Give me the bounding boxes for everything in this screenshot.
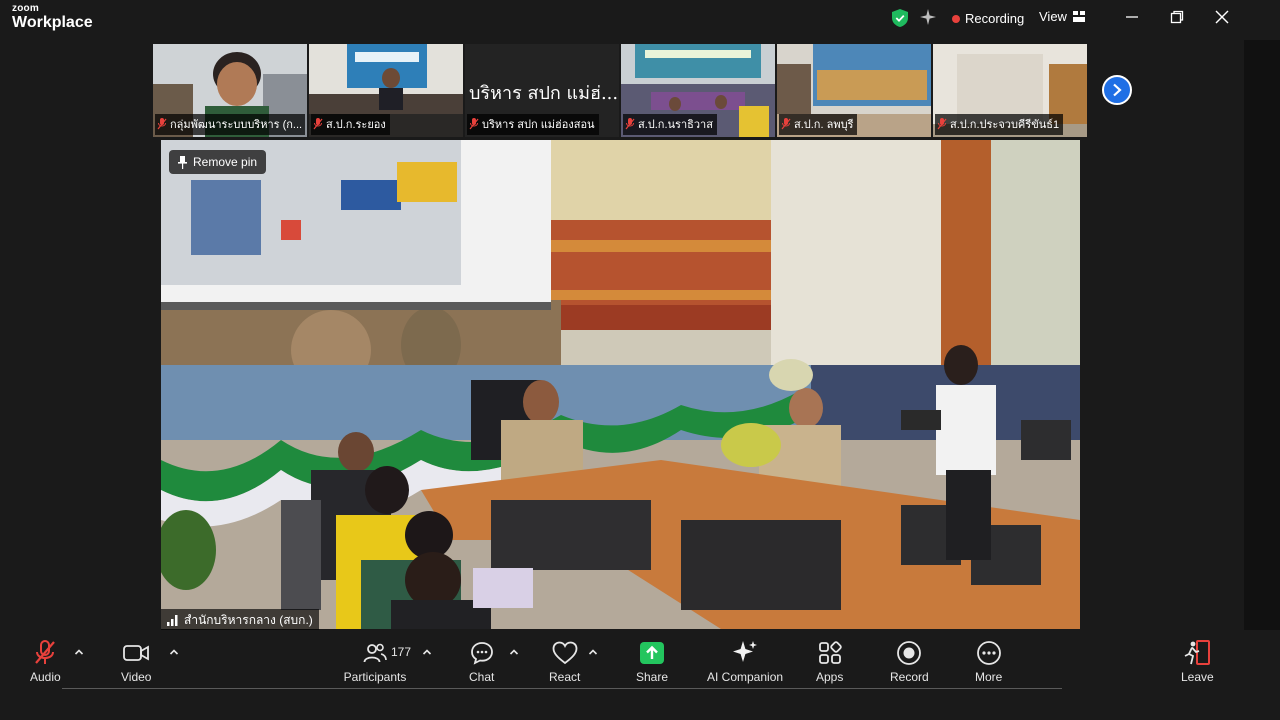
video-label: Video (121, 670, 152, 684)
participant-caption: ส.ป.ก.ประจวบคีรีขันธ์1 (935, 114, 1064, 135)
participant-name: ส.ป.ก. ลพบุรี (794, 119, 854, 131)
chat-bubble-icon (470, 642, 493, 665)
signal-bars-icon (167, 615, 178, 626)
leave-label: Leave (1181, 670, 1214, 684)
close-icon[interactable] (1213, 8, 1231, 26)
record-icon (897, 641, 922, 665)
recording-indicator[interactable]: Recording (952, 11, 1024, 26)
video-camera-icon (123, 645, 150, 661)
chevron-up-icon[interactable] (169, 648, 179, 656)
view-label: View (1039, 9, 1067, 24)
chevron-up-icon[interactable] (588, 648, 598, 656)
zoom-logo: zoom Workplace (12, 4, 93, 31)
share-label: Share (636, 670, 669, 684)
meeting-toolbar: Audio Video Participants 177 Chat React … (0, 630, 1280, 720)
title-bar: zoom Workplace Recording View (0, 0, 1280, 40)
mic-muted-icon (625, 118, 635, 130)
participant-caption: กลุ่มพัฒนาระบบบริหาร (ก... (155, 114, 305, 135)
participant-name: บริหาร สปก แม่ฮ่องสอน (482, 119, 595, 131)
mic-muted-icon (469, 118, 479, 130)
participant-tile[interactable]: ส.ป.ก.นราธิวาส (621, 44, 775, 137)
ai-companion-button[interactable]: AI Companion (707, 638, 783, 684)
restore-icon[interactable] (1168, 8, 1186, 26)
more-dots-icon (976, 641, 1001, 665)
pinned-video[interactable] (161, 140, 1080, 629)
toolbar-divider (62, 688, 1062, 689)
remove-pin-button[interactable]: Remove pin (169, 150, 267, 174)
gallery-strip: กลุ่มพัฒนาระบบบริหาร (ก... ส.ป.ก.ระยอง บ… (153, 44, 1088, 137)
meeting-room-video (161, 140, 1080, 629)
recording-label: Recording (965, 11, 1025, 26)
leave-door-icon (1184, 640, 1211, 665)
record-button[interactable]: Record (890, 638, 929, 684)
participant-caption: ส.ป.ก.ระยอง (311, 114, 390, 135)
chevron-right-icon (1113, 83, 1122, 97)
participant-caption: บริหาร สปก แม่ฮ่องสอน (467, 114, 599, 135)
mic-muted-icon (35, 640, 56, 664)
react-label: React (549, 670, 581, 684)
mic-muted-icon (937, 118, 947, 130)
participant-caption: ส.ป.ก. ลพบุรี (779, 114, 858, 135)
participants-icon (363, 643, 387, 663)
participant-count: 177 (391, 645, 412, 659)
brand-small: zoom (12, 3, 39, 14)
mic-muted-icon (781, 118, 791, 130)
participant-name: ส.ป.ก.ประจวบคีรีขันธ์1 (950, 119, 1060, 131)
heart-icon (552, 641, 578, 665)
apps-label: Apps (816, 670, 844, 684)
view-button[interactable]: View (1039, 9, 1085, 24)
ai-companion-sparkle-icon (733, 641, 758, 662)
chat-button[interactable]: Chat (469, 638, 494, 684)
react-button[interactable]: React (549, 638, 580, 684)
audio-label: Audio (30, 670, 61, 684)
more-label: More (975, 670, 1003, 684)
speaker-caption: สำนักบริหารกลาง (สบก.) (161, 609, 319, 632)
chevron-up-icon[interactable] (422, 648, 432, 656)
brand-name: Workplace (12, 14, 93, 31)
apps-icon (818, 641, 842, 664)
speaker-name: สำนักบริหารกลาง (สบก.) (184, 613, 313, 627)
mic-muted-icon (157, 118, 167, 130)
record-label: Record (890, 670, 929, 684)
side-strip (1244, 40, 1280, 630)
participant-name: ส.ป.ก.ระยอง (326, 119, 386, 131)
remove-pin-label: Remove pin (193, 155, 258, 169)
participant-name: ส.ป.ก.นราธิวาส (638, 119, 713, 131)
participant-tile[interactable]: กลุ่มพัฒนาระบบบริหาร (ก... (153, 44, 307, 137)
mic-muted-icon (313, 118, 323, 130)
participant-tile[interactable]: บริหาร สปก แม่ฮ่... บริหาร สปก แม่ฮ่องสอ… (465, 44, 619, 137)
grid-view-icon (1072, 11, 1085, 22)
encryption-shield-icon[interactable] (892, 9, 908, 27)
leave-button[interactable]: Leave (1181, 638, 1214, 684)
recording-dot-icon (952, 14, 960, 23)
participant-tile[interactable]: ส.ป.ก. ลพบุรี (777, 44, 931, 137)
share-screen-icon (640, 642, 665, 664)
chat-label: Chat (469, 670, 495, 684)
audio-button[interactable]: Audio (30, 638, 61, 684)
pin-icon (178, 155, 187, 169)
ai-companion-label: AI Companion (707, 670, 784, 684)
chevron-up-icon[interactable] (509, 648, 519, 656)
participant-caption: ส.ป.ก.นราธิวาส (623, 114, 717, 135)
participant-tile[interactable]: ส.ป.ก.ระยอง (309, 44, 463, 137)
participant-name-large: บริหาร สปก แม่ฮ่... (469, 83, 619, 104)
ai-sparkle-icon[interactable] (919, 8, 937, 26)
chevron-up-icon[interactable] (74, 648, 84, 656)
minimize-icon[interactable] (1123, 8, 1141, 26)
apps-button[interactable]: Apps (816, 638, 843, 684)
participants-label: Participants (343, 670, 407, 684)
participant-tile[interactable]: ส.ป.ก.ประจวบคีรีขันธ์1 (933, 44, 1087, 137)
next-page-button[interactable] (1102, 75, 1132, 105)
share-button[interactable]: Share (636, 638, 668, 684)
more-button[interactable]: More (975, 638, 1002, 684)
participant-name: กลุ่มพัฒนาระบบบริหาร (ก... (170, 119, 303, 131)
video-button[interactable]: Video (121, 638, 151, 684)
